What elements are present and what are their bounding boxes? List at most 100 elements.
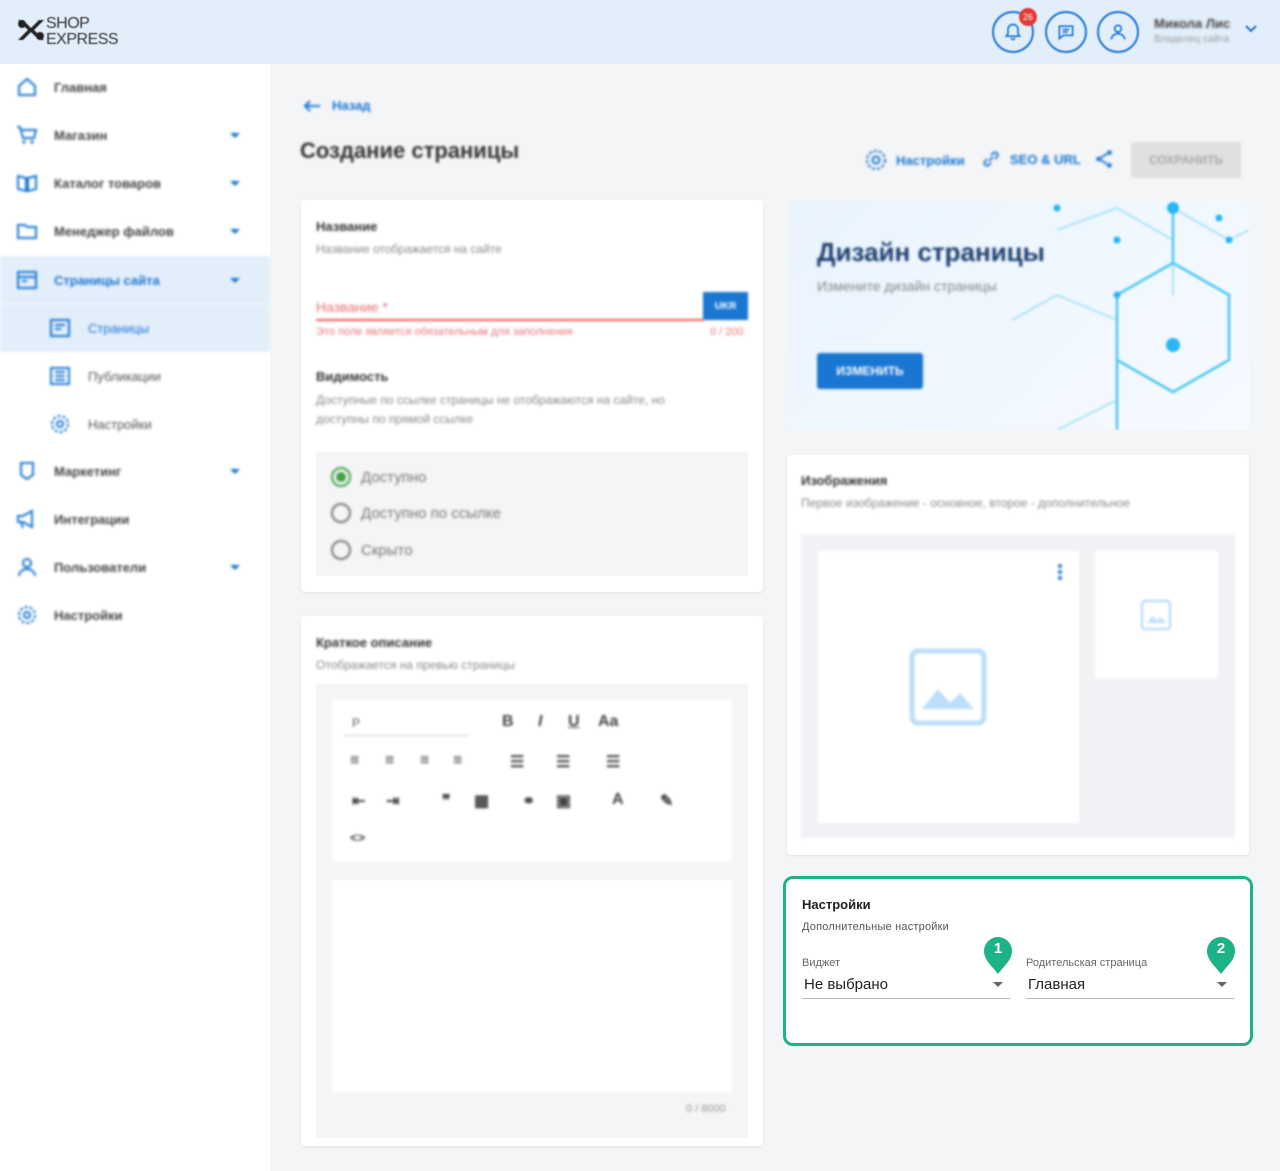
seo-link-label: SEO & URL	[1010, 151, 1081, 167]
format-select-value: P	[352, 716, 361, 730]
line-height-icon[interactable]: ☰	[606, 752, 620, 772]
chevron-down-icon	[230, 564, 240, 570]
highlight-icon[interactable]: ✎	[660, 791, 673, 811]
bold-icon[interactable]: B	[502, 713, 514, 731]
news-icon	[50, 367, 70, 385]
settings-title: Настройки	[802, 897, 871, 912]
name-subtitle: Название отображается на сайте	[316, 242, 502, 256]
home-icon	[18, 77, 36, 96]
pages-icon	[17, 271, 37, 289]
sidebar-subitem-label: Публикации	[88, 368, 161, 384]
notifications-badge: 26	[1019, 8, 1037, 26]
caret-down-icon[interactable]	[993, 982, 1003, 987]
gear-icon	[866, 150, 886, 170]
description-editor[interactable]	[332, 880, 732, 1092]
secondary-image-slot[interactable]	[1095, 551, 1218, 678]
sidebar-subitem-pages[interactable]: Страницы	[0, 304, 270, 352]
bell-icon	[1004, 23, 1022, 41]
sidebar-item-label: Главная	[54, 79, 107, 95]
sidebar-item-users[interactable]: Пользователи	[0, 544, 270, 590]
text-color-icon[interactable]: A	[612, 791, 624, 809]
name-input-underline	[316, 319, 704, 321]
logo[interactable]: SHOP EXPRESS	[14, 14, 124, 50]
link-icon[interactable]: ⚭	[522, 791, 535, 811]
table-icon[interactable]: ▦	[474, 791, 489, 811]
align-right-icon[interactable]: ≡	[420, 752, 429, 770]
visibility-subtitle: Доступные по ссылке страницы не отобража…	[316, 393, 665, 407]
sidebar-item-catalog[interactable]: Каталог товаров	[0, 160, 270, 206]
sidebar-item-integrations[interactable]: Интеграции	[0, 496, 270, 542]
sidebar-item-label: Магазин	[54, 127, 108, 143]
image-placeholder-icon	[909, 648, 987, 726]
seo-link[interactable]: SEO & URL	[980, 148, 1081, 170]
radio-by-link[interactable]: Доступно по ссылке	[331, 503, 501, 523]
settings-link[interactable]: Настройки	[864, 148, 965, 172]
outdent-icon[interactable]: ⇤	[352, 791, 365, 811]
underline-icon[interactable]: U	[568, 713, 580, 731]
share-button[interactable]	[1093, 148, 1115, 170]
sidebar-item-files[interactable]: Менеджер файлов	[0, 208, 270, 254]
description-title: Краткое описание	[316, 635, 433, 650]
sidebar-item-label: Каталог товаров	[54, 175, 162, 191]
sidebar-item-site-pages[interactable]: Страницы сайта	[0, 256, 270, 304]
save-button[interactable]: СОХРАНИТЬ	[1131, 142, 1241, 178]
marker-1: 1	[983, 936, 1013, 976]
numbered-list-icon[interactable]: ☰	[556, 752, 570, 772]
caret-down-icon[interactable]	[1217, 982, 1227, 987]
sidebar-item-shop[interactable]: Магазин	[0, 112, 270, 158]
profile-button[interactable]	[1097, 11, 1139, 53]
settings-link-label: Настройки	[896, 152, 965, 168]
quote-icon[interactable]: ❞	[442, 791, 451, 811]
cart-icon	[17, 126, 38, 144]
chevron-down-icon	[230, 180, 240, 186]
chevron-down-icon	[230, 132, 240, 138]
align-justify-icon[interactable]: ≡	[453, 752, 462, 770]
align-center-icon[interactable]: ≡	[385, 752, 394, 770]
messages-button[interactable]	[1045, 11, 1087, 53]
logo-text-line2: EXPRESS	[46, 31, 119, 48]
name-counter: 0 / 200	[710, 326, 744, 338]
parent-page-select[interactable]: Главная	[1028, 976, 1085, 993]
sidebar-item-marketing[interactable]: Маркетинг	[0, 448, 270, 494]
font-size-icon[interactable]: Aa	[598, 713, 618, 731]
visibility-subtitle: доступны по прямой ссылке	[316, 412, 474, 426]
italic-icon[interactable]: I	[538, 713, 542, 731]
sidebar-subitem-label: Настройки	[88, 416, 152, 432]
chevron-down-icon[interactable]	[1244, 24, 1258, 34]
folder-icon	[17, 224, 37, 239]
parent-page-label: Родительская страница	[1026, 957, 1148, 969]
megaphone-icon	[17, 509, 33, 529]
sidebar-item-settings[interactable]: Настройки	[0, 592, 270, 638]
radio-available[interactable]: Доступно	[331, 467, 426, 487]
main-image-slot[interactable]	[818, 551, 1079, 823]
language-button[interactable]: UKR	[703, 292, 748, 320]
sidebar-item-label: Настройки	[54, 607, 123, 623]
user-name[interactable]: Микола Лис	[1154, 16, 1230, 31]
code-view-icon[interactable]: <>	[350, 830, 365, 845]
indent-icon[interactable]: ⇥	[386, 791, 399, 811]
images-subtitle: Первое изображение - основное, второе - …	[801, 496, 1130, 510]
sidebar-subitem-settings[interactable]: Настройки	[0, 400, 270, 448]
sidebar-item-home[interactable]: Главная	[0, 64, 270, 110]
format-select[interactable]: P	[344, 710, 468, 736]
chevron-down-icon	[230, 228, 240, 234]
bullet-list-icon[interactable]: ☰	[510, 752, 524, 772]
widget-select[interactable]: Не выбрано	[804, 976, 888, 993]
change-design-button[interactable]: ИЗМЕНИТЬ	[817, 353, 923, 389]
user-role: Владелец сайта	[1154, 34, 1230, 45]
image-icon[interactable]: ▣	[556, 791, 571, 811]
radio-label: Доступно	[361, 468, 427, 486]
description-counter: 0 / 8000	[686, 1103, 726, 1115]
name-input[interactable]: Название *	[316, 299, 388, 315]
share-icon	[1096, 150, 1112, 168]
marker-2: 2	[1206, 936, 1236, 976]
sidebar-subitem-publications[interactable]: Публикации	[0, 352, 270, 400]
widget-underline	[802, 998, 1010, 999]
back-link[interactable]: Назад	[302, 98, 371, 113]
description-subtitle: Отображается на превью страницы	[316, 658, 515, 672]
radio-hidden[interactable]: Скрыто	[331, 540, 413, 560]
radio-label: Скрыто	[361, 541, 413, 559]
visibility-title: Видимость	[316, 369, 389, 384]
more-vert-icon[interactable]	[1057, 563, 1063, 581]
align-left-icon[interactable]: ≡	[350, 752, 359, 770]
